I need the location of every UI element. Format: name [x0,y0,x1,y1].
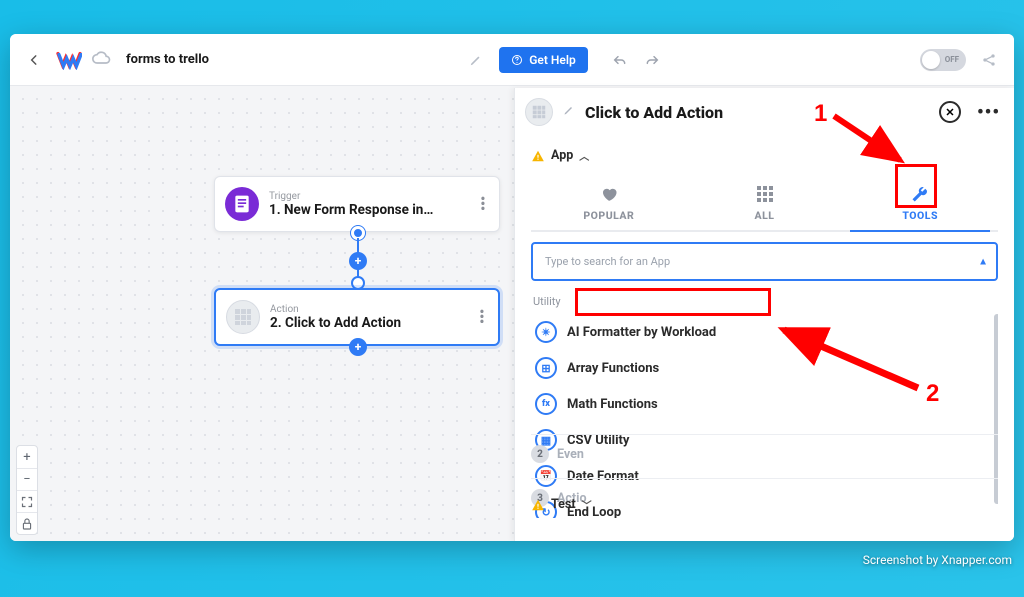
app-icon: fx [535,393,557,415]
app-search-wrapper: ▲ [531,242,998,281]
tab-all[interactable]: ALL [687,175,843,230]
share-icon [981,52,997,68]
workflow-enable-toggle[interactable]: OFF [920,49,966,71]
utility-group-label: Utility [533,295,998,308]
section-event: 2 Even [531,434,998,473]
section-app-toggle[interactable]: App ︿ [531,140,998,171]
section-action: 3 Actio [531,478,998,517]
chevron-left-icon [27,53,41,67]
warning-icon [531,149,545,163]
redo-button[interactable] [638,46,666,74]
chevron-down-icon: ﹀ [582,497,592,512]
zoom-lock-button[interactable] [17,512,37,534]
google-forms-icon [225,187,259,221]
undo-redo-group [606,46,666,74]
panel-title: Click to Add Action [585,103,723,122]
section-event-label: Even [557,447,584,462]
zoom-in-button[interactable]: + [17,446,37,468]
node-trigger-title: 1. New Form Response in… [269,202,465,218]
back-button[interactable] [22,48,46,72]
app-item-label: Math Functions [567,397,658,412]
chevron-up-icon: ︿ [579,148,589,163]
undo-icon [612,53,628,67]
grid-icon [756,185,774,203]
app-icon: ✴ [535,321,557,343]
warning-icon [531,498,545,512]
step-number-icon: 2 [531,445,549,463]
dropdown-caret-icon: ▲ [978,256,988,267]
redo-icon [644,53,660,67]
node-trigger-menu[interactable]: ••• [475,197,491,212]
panel-action-icon [525,98,553,126]
screenshot-watermark: Screenshot by Xnapper.com [863,553,1012,567]
heart-icon [600,185,618,203]
node-trigger-label: Trigger [269,191,465,202]
help-icon [511,54,523,66]
panel-edit-icon[interactable] [563,104,575,120]
app-category-tabs: POPULAR ALL TOOLS [531,175,998,232]
undo-button[interactable] [606,46,634,74]
add-step-button[interactable]: + [349,252,367,270]
zoom-fit-button[interactable] [17,490,37,512]
node-action-title: 2. Click to Add Action [270,315,464,331]
cloud-sync-icon [92,50,112,69]
panel-header: Click to Add Action ✕ ••• [515,88,1014,134]
app-list-scrollbar[interactable] [994,314,998,504]
expand-icon [21,496,33,508]
tab-tools[interactable]: TOOLS [842,175,998,230]
node-trigger[interactable]: Trigger 1. New Form Response in… ••• [214,176,500,232]
pencil-icon [469,53,483,67]
edit-title-button[interactable] [463,47,489,73]
top-toolbar: forms to trello Get Help OFF [10,34,1014,86]
tab-popular[interactable]: POPULAR [531,175,687,230]
app-search-input[interactable] [531,242,998,281]
lock-icon [22,518,32,530]
app-item-label: Array Functions [567,361,659,376]
zoom-controls: + − [16,445,38,535]
action-placeholder-icon [226,300,260,334]
get-help-button[interactable]: Get Help [499,47,587,73]
app-item-array-functions[interactable]: ⊞ Array Functions [531,350,998,386]
zoom-out-button[interactable]: − [17,468,37,490]
wrench-icon [911,185,929,203]
section-test-toggle[interactable]: Test ﹀ [531,489,592,520]
add-step-after-button[interactable]: + [349,338,367,356]
node-action-label: Action [270,304,464,315]
action-config-panel: Click to Add Action ✕ ••• App ︿ POPULAR … [514,88,1014,541]
node-action-menu[interactable]: ••• [474,310,490,325]
panel-close-button[interactable]: ✕ [939,101,961,123]
workflow-title[interactable]: forms to trello [126,52,209,67]
share-button[interactable] [976,47,1002,73]
app-icon: ⊞ [535,357,557,379]
app-item-ai-formatter[interactable]: ✴ AI Formatter by Workload [531,314,998,350]
app-shell: forms to trello Get Help OFF Trigger 1. … [10,34,1014,541]
workload-logo [56,47,82,73]
app-item-math-functions[interactable]: fx Math Functions [531,386,998,422]
app-item-label: AI Formatter by Workload [567,325,716,340]
panel-more-button[interactable]: ••• [977,102,1000,123]
